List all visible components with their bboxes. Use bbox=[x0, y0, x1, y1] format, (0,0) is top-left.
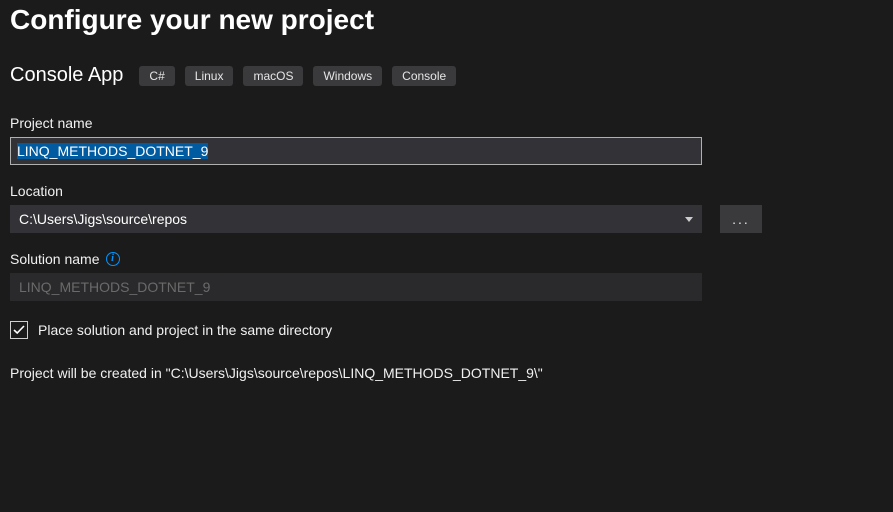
location-value: C:\Users\Jigs\source\repos bbox=[19, 211, 187, 227]
project-name-group: Project name LINQ_METHODS_DOTNET_9 bbox=[10, 115, 883, 165]
solution-name-input: LINQ_METHODS_DOTNET_9 bbox=[10, 273, 702, 301]
template-header: Console App C# Linux macOS Windows Conso… bbox=[10, 64, 883, 87]
page-title: Configure your new project bbox=[10, 4, 883, 36]
location-combo[interactable]: C:\Users\Jigs\source\repos bbox=[10, 205, 702, 233]
same-directory-label: Place solution and project in the same d… bbox=[38, 322, 332, 338]
location-label: Location bbox=[10, 183, 883, 199]
browse-button[interactable]: ... bbox=[720, 205, 762, 233]
tag-macos: macOS bbox=[243, 66, 303, 86]
creation-path-summary: Project will be created in "C:\Users\Jig… bbox=[10, 365, 883, 381]
same-directory-checkbox[interactable] bbox=[10, 321, 28, 339]
template-name: Console App bbox=[10, 64, 123, 87]
solution-name-label-row: Solution name i bbox=[10, 251, 883, 267]
tag-console: Console bbox=[392, 66, 456, 86]
tag-windows: Windows bbox=[313, 66, 382, 86]
tag-linux: Linux bbox=[185, 66, 234, 86]
same-directory-row: Place solution and project in the same d… bbox=[10, 321, 883, 339]
check-icon bbox=[13, 324, 25, 336]
solution-name-group: Solution name i LINQ_METHODS_DOTNET_9 bbox=[10, 251, 883, 301]
info-icon[interactable]: i bbox=[106, 252, 120, 266]
solution-name-label: Solution name bbox=[10, 251, 100, 267]
project-name-value: LINQ_METHODS_DOTNET_9 bbox=[17, 143, 208, 159]
project-name-input[interactable]: LINQ_METHODS_DOTNET_9 bbox=[10, 137, 702, 165]
tag-csharp: C# bbox=[139, 66, 174, 86]
project-name-label: Project name bbox=[10, 115, 883, 131]
chevron-down-icon bbox=[685, 217, 693, 222]
location-group: Location C:\Users\Jigs\source\repos ... bbox=[10, 183, 883, 233]
